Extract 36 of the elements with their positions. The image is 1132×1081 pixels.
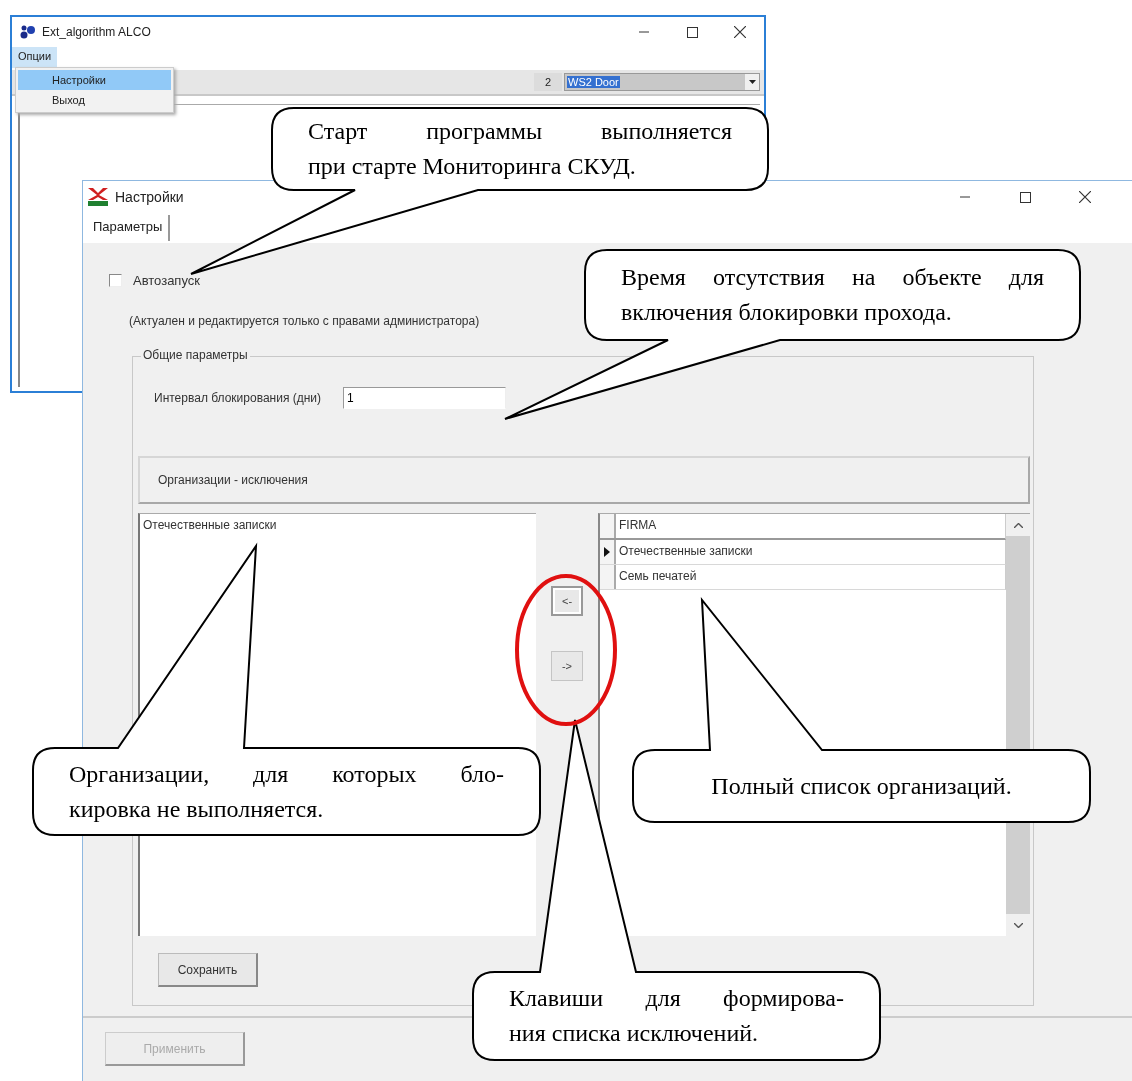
group-legend: Общие параметры	[141, 348, 250, 362]
column-header: FIRMA	[618, 517, 658, 534]
field-label: Интервал блокирования (дни)	[154, 391, 322, 405]
move-button[interactable]: <-	[551, 586, 583, 616]
checkbox[interactable]	[109, 274, 122, 287]
callout-text: Время отсутствия на объекте для включения блокировки прохода.	[621, 263, 1044, 327]
maximize-icon[interactable]	[686, 26, 698, 38]
save-button[interactable]: Сохранить	[158, 953, 258, 987]
close-icon[interactable]	[734, 26, 746, 38]
table-cell-text: Отечественные записки	[618, 543, 754, 560]
menu-item[interactable]: Настройки	[18, 70, 171, 90]
interval-field[interactable]: 1	[343, 387, 507, 409]
checkbox-label: Автозапуск	[133, 273, 200, 288]
scroll-down-icon	[1013, 922, 1023, 928]
list-item[interactable]: Отечественные записки	[143, 518, 533, 532]
callout-text: Организации, для которых бло- кировка не выполняется.	[69, 759, 504, 824]
door-combobox[interactable]: WS2 Door	[564, 73, 760, 91]
number-label: 2	[534, 73, 562, 91]
row-pointer-icon	[604, 547, 610, 557]
note-text: (Актуален и редактируется только с правами администратора)	[129, 314, 480, 328]
callout-text: Клавиши для формирова- ния списка исключений.	[509, 984, 844, 1048]
callout-text: Полный список организаций.	[710, 771, 1013, 801]
menu-item[interactable]: Выход	[18, 90, 171, 110]
app-logo-icon	[20, 25, 36, 39]
callout-text: Старт программы выполняется при старте Мониторинга СКУД.	[308, 117, 732, 181]
scroll-up-icon	[1013, 522, 1023, 528]
dropdown-arrow-icon	[748, 80, 756, 84]
menu-item[interactable]: Опции	[12, 47, 58, 68]
section-title: Организации - исключения	[158, 473, 308, 487]
window-title: Ext_algorithm ALCO	[42, 25, 151, 39]
table-cell-text: Семь печатей	[618, 568, 698, 585]
close-icon[interactable]	[1079, 191, 1091, 203]
move-button[interactable]: ->	[551, 651, 583, 681]
window-title: Настройки	[115, 189, 184, 205]
maximize-icon[interactable]	[1019, 191, 1031, 203]
app-logo-icon	[87, 187, 109, 207]
